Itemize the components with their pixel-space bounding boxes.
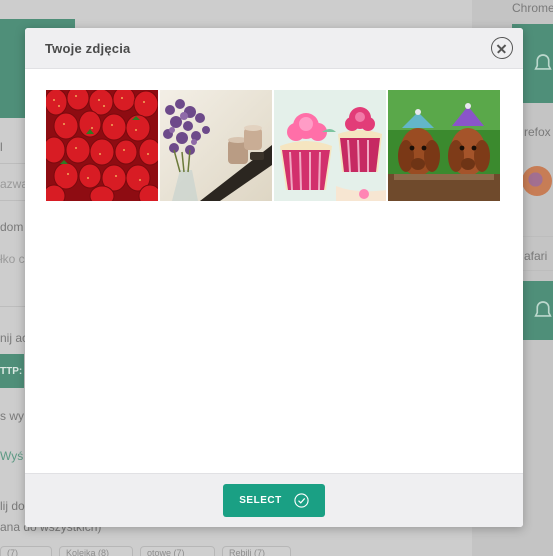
background-label: nij ac	[0, 331, 29, 345]
background-label: dom	[0, 220, 24, 234]
background-label: refox	[524, 125, 551, 139]
dialog-title: Twoje zdjęcia	[45, 40, 131, 56]
select-button-label: SELECT	[239, 495, 282, 506]
background-link: Wyś	[0, 449, 24, 463]
background-chip: (7)	[0, 546, 52, 556]
background-divider	[0, 306, 25, 307]
photo-strawberries[interactable]	[46, 90, 158, 201]
background-label: azwa	[0, 177, 29, 191]
firefox-icon	[522, 166, 552, 196]
dialog-body	[25, 69, 523, 473]
check-circle-icon	[294, 493, 309, 508]
background-chip: Rebili (7)	[222, 546, 291, 556]
background-http-label: TTP:	[0, 354, 24, 388]
photo-picker-dialog: Twoje zdjęcia SELECT	[25, 28, 523, 527]
select-button[interactable]: SELECT	[223, 484, 325, 517]
background-label: afari	[524, 249, 548, 263]
background-label: Chrome	[512, 1, 553, 15]
background-chip: otowe (7)	[140, 546, 215, 556]
photo-puppies[interactable]	[388, 90, 500, 201]
background-divider	[0, 163, 25, 164]
dialog-header: Twoje zdjęcia	[25, 28, 523, 69]
background-label: l	[0, 140, 3, 154]
background-label: s wy	[0, 409, 24, 423]
bell-icon	[533, 300, 552, 317]
close-icon[interactable]	[491, 37, 513, 59]
photo-lavender-candles[interactable]	[160, 90, 272, 201]
bell-icon	[533, 53, 552, 70]
background-label: lij do	[0, 499, 25, 513]
photo-gallery	[46, 90, 500, 201]
photo-cupcakes[interactable]	[274, 90, 386, 201]
background-chip: Kolejka (8)	[59, 546, 133, 556]
background-divider	[0, 200, 25, 201]
dialog-footer: SELECT	[25, 473, 523, 527]
background-label: łko c	[0, 252, 25, 266]
